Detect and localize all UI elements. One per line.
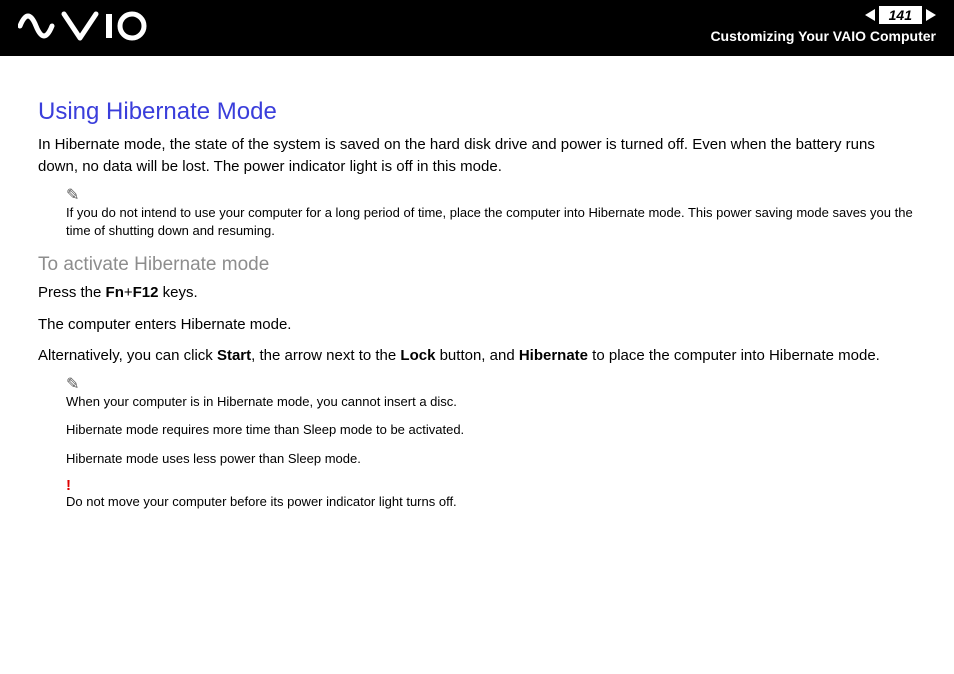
alt-lock: Lock (400, 347, 435, 364)
alt-t2: , the arrow next to the (251, 347, 400, 364)
page-content: Using Hibernate Mode In Hibernate mode, … (0, 56, 954, 511)
key-f12: F12 (133, 284, 159, 301)
pencil-icon: ✎ (66, 188, 916, 204)
page-heading: Using Hibernate Mode (38, 98, 916, 126)
vaio-logo (18, 10, 148, 42)
subheading: To activate Hibernate mode (38, 254, 916, 276)
press-prefix: Press the (38, 284, 106, 301)
next-page-icon[interactable] (926, 9, 936, 21)
warning-text: Do not move your computer before its pow… (66, 493, 916, 511)
tip-note-1-text: If you do not intend to use your compute… (66, 204, 916, 240)
tip-note-2b: Hibernate mode requires more time than S… (66, 421, 916, 439)
page-header: 141 Customizing Your VAIO Computer (0, 0, 954, 56)
page-number: 141 (879, 6, 922, 24)
warning-icon: ! (66, 478, 916, 493)
pencil-icon: ✎ (66, 377, 916, 393)
prev-page-icon[interactable] (865, 9, 875, 21)
key-fn: Fn (106, 284, 124, 301)
tip-note-2a: When your computer is in Hibernate mode,… (66, 393, 916, 411)
intro-paragraph: In Hibernate mode, the state of the syst… (38, 134, 916, 178)
alt-t1: Alternatively, you can click (38, 347, 217, 364)
press-keys-line: Press the Fn+F12 keys. (38, 282, 916, 304)
alternative-line: Alternatively, you can click Start, the … (38, 345, 916, 367)
enters-line: The computer enters Hibernate mode. (38, 314, 916, 336)
key-plus: + (124, 284, 133, 301)
tip-note-1: ✎ If you do not intend to use your compu… (66, 188, 916, 240)
vaio-logo-svg (18, 10, 148, 42)
tip-note-2c: Hibernate mode uses less power than Slee… (66, 450, 916, 468)
tip-note-2: ✎ When your computer is in Hibernate mod… (66, 377, 916, 511)
alt-start: Start (217, 347, 251, 364)
alt-t3: button, and (435, 347, 518, 364)
page-nav: 141 (865, 6, 936, 24)
alt-t4: to place the computer into Hibernate mod… (588, 347, 880, 364)
press-suffix: keys. (158, 284, 197, 301)
alt-hibernate: Hibernate (519, 347, 588, 364)
section-title: Customizing Your VAIO Computer (710, 28, 936, 44)
